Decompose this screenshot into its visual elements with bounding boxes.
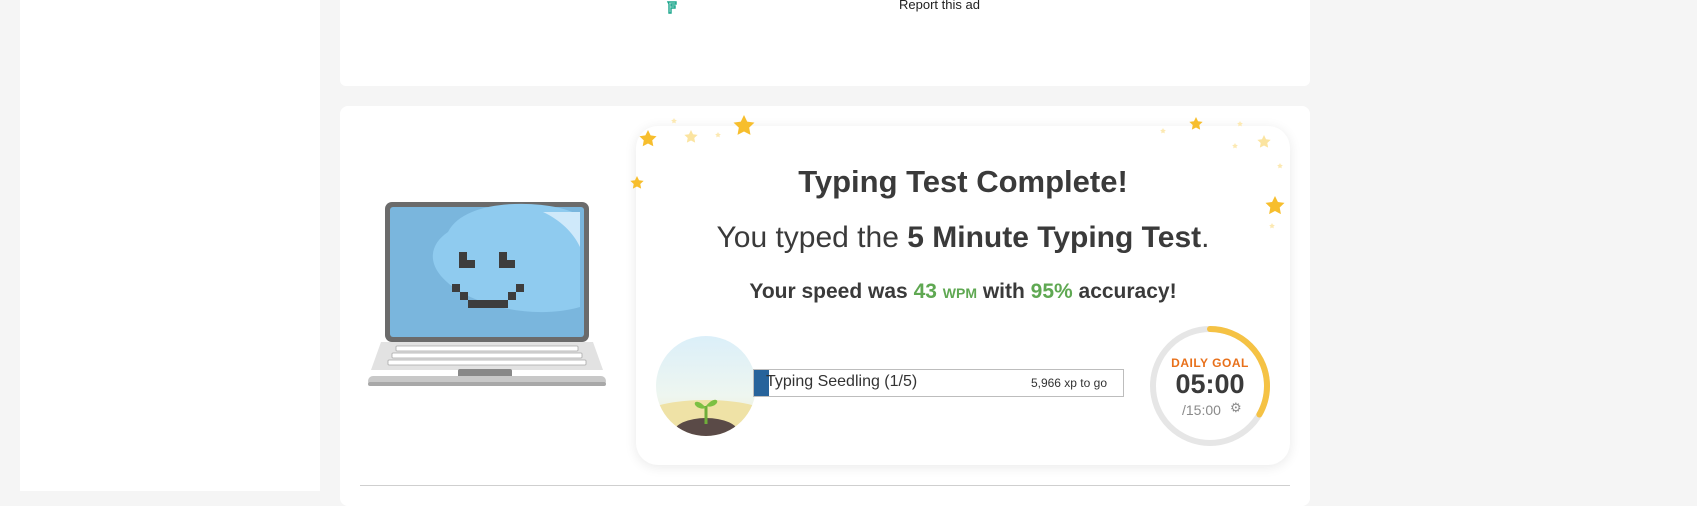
smiling-laptop-icon xyxy=(368,202,606,386)
result-subtitle: You typed the 5 Minute Typing Test. xyxy=(636,221,1290,255)
gear-icon[interactable]: ⚙ xyxy=(1230,400,1242,416)
level-progress-bar[interactable]: Typing Seedling (1/5) 5,966 xp to go xyxy=(753,369,1124,397)
ad-container xyxy=(340,0,1310,86)
accuracy-suffix: accuracy! xyxy=(1072,280,1177,303)
wpm-unit: WPM xyxy=(942,285,977,301)
xp-remaining: 5,966 xp to go xyxy=(1030,376,1107,390)
subtitle-suffix: . xyxy=(1201,221,1210,254)
result-speech-bubble: Typing Test Complete! You typed the 5 Mi… xyxy=(636,126,1290,465)
wpm-value: 43 xyxy=(913,280,937,303)
result-title: Typing Test Complete! xyxy=(798,164,1128,199)
left-sidebar-panel xyxy=(20,0,320,491)
accuracy-value: 95% xyxy=(1030,280,1073,303)
daily-goal-time: 05:00 xyxy=(1175,369,1245,399)
subtitle-prefix: You typed the xyxy=(716,221,908,254)
with-word: with xyxy=(976,280,1031,303)
test-name: 5 Minute Typing Test xyxy=(907,221,1202,254)
daily-goal-total: /15:00 xyxy=(1182,402,1221,418)
rank-label: Typing Seedling (1/5) xyxy=(766,373,918,390)
daily-goal-label: DAILY GOAL xyxy=(1171,356,1249,370)
daily-goal-widget[interactable]: DAILY GOAL 05:00 /15:00 ⚙ xyxy=(1148,324,1272,448)
section-divider xyxy=(360,485,1290,486)
speed-prefix: Your speed was xyxy=(749,280,914,303)
report-ad-link[interactable]: Report this ad xyxy=(899,0,980,12)
speed-summary: Your speed was 43 WPM with 95% accuracy! xyxy=(636,280,1290,304)
seedling-icon xyxy=(656,336,756,436)
ad-provider-icon[interactable] xyxy=(665,0,679,14)
